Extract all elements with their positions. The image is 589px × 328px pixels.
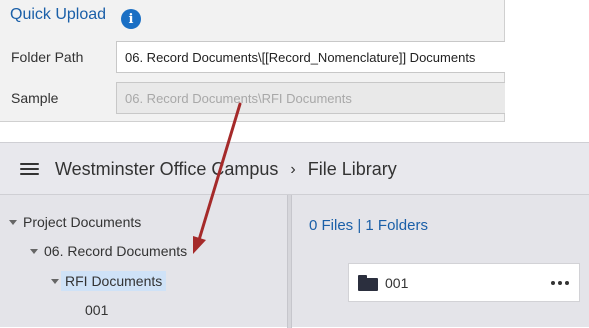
folder-path-label: Folder Path (11, 49, 84, 65)
folder-name: 001 (385, 275, 409, 291)
file-folder-summary: 0 Files | 1 Folders (309, 217, 428, 234)
sample-label: Sample (11, 90, 59, 106)
tree-node-label: RFI Documents (61, 271, 167, 291)
breadcrumb: Westminster Office Campus › File Library (55, 159, 397, 180)
breadcrumb-separator-icon: › (290, 160, 296, 178)
tree-node-rfi-documents[interactable]: RFI Documents (51, 270, 167, 292)
breadcrumb-project[interactable]: Westminster Office Campus (55, 159, 278, 180)
caret-down-icon[interactable] (51, 278, 59, 284)
folder-tree: Project Documents 06. Record Documents R… (0, 195, 287, 328)
quick-upload-panel: Quick Upload i Folder Path 06. Record Do… (0, 0, 505, 122)
breadcrumb-page: File Library (307, 159, 397, 179)
caret-down-icon[interactable] (30, 248, 38, 254)
tree-node-project-documents[interactable]: Project Documents (9, 211, 141, 233)
folder-card[interactable]: 001 (348, 263, 580, 302)
folder-path-input[interactable]: 06. Record Documents\[[Record_Nomenclatu… (116, 41, 505, 73)
tree-node-record-documents[interactable]: 06. Record Documents (30, 240, 187, 262)
folder-path-value: 06. Record Documents\[[Record_Nomenclatu… (125, 49, 476, 65)
tree-node-label: 001 (85, 302, 109, 318)
hamburger-menu-icon[interactable] (20, 163, 39, 176)
more-options-icon[interactable] (551, 281, 569, 285)
file-library-header: Westminster Office Campus › File Library (0, 143, 589, 195)
folder-icon (358, 275, 378, 291)
tree-node-001[interactable]: 001 (85, 299, 108, 321)
pane-splitter[interactable] (287, 195, 292, 328)
info-icon[interactable]: i (121, 9, 141, 29)
sample-field: 06. Record Documents\RFI Documents (116, 82, 505, 114)
file-library-panel: Westminster Office Campus › File Library… (0, 142, 589, 328)
sample-value: 06. Record Documents\RFI Documents (125, 90, 352, 106)
caret-down-icon[interactable] (9, 219, 17, 225)
tree-node-label: Project Documents (23, 214, 142, 230)
tree-node-label: 06. Record Documents (44, 243, 188, 259)
quick-upload-title: Quick Upload (10, 6, 107, 23)
